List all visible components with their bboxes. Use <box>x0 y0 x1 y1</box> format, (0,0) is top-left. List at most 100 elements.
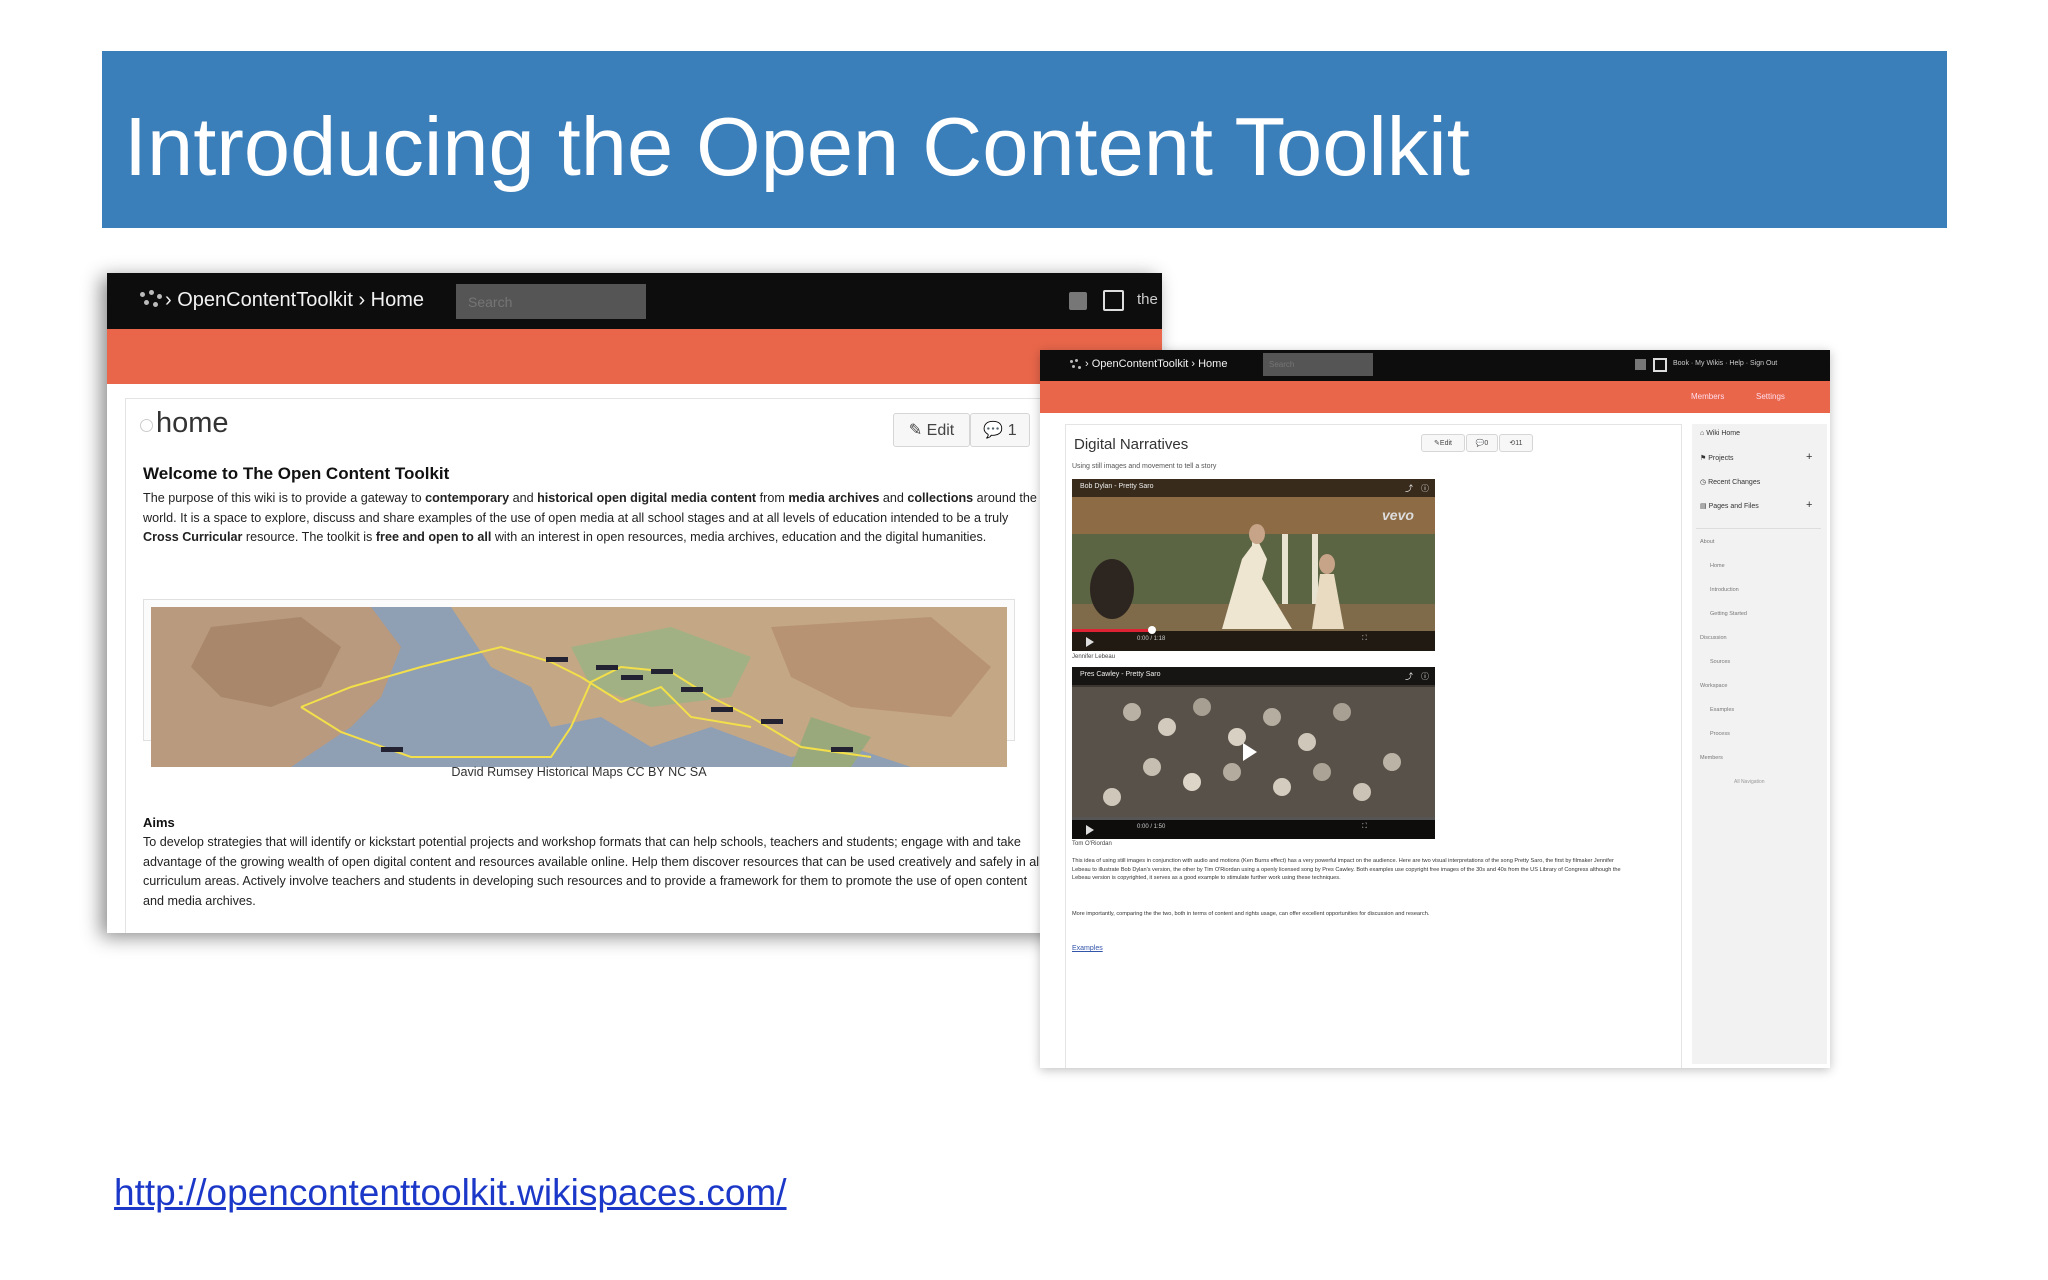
nav-tree-item[interactable]: Process <box>1710 731 1730 737</box>
content-panel: Digital Narratives ✎Edit 💬0 ⟲11 Using st… <box>1065 424 1682 1068</box>
fullscreen-icon[interactable]: ⛶ <box>1362 823 1367 831</box>
top-nav-bar: › OpenContentToolkit › Home Book · My Wi… <box>1040 350 1830 381</box>
aims-paragraph: To develop strategies that will identify… <box>143 835 1042 908</box>
orange-header-band <box>107 329 1162 384</box>
comments-button[interactable]: 💬 1 <box>970 413 1030 447</box>
toolkit-url-link[interactable]: http://opencontenttoolkit.wikispaces.com… <box>114 1172 787 1214</box>
nav-tree-item[interactable]: About <box>1700 539 1714 545</box>
map-figure: David Rumsey Historical Maps CC BY NC SA <box>143 599 1015 779</box>
wikispaces-logo-icon <box>1070 359 1083 372</box>
examples-link[interactable]: Examples <box>1072 945 1103 952</box>
page-title: Digital Narratives <box>1074 436 1189 453</box>
add-project-icon[interactable]: + <box>1806 451 1812 463</box>
title-bar: Introducing the Open Content Toolkit <box>102 51 1947 228</box>
settings-link[interactable]: Settings <box>1756 392 1785 401</box>
edit-label: Edit <box>926 422 955 439</box>
nav-tree-item[interactable]: Members <box>1700 755 1723 761</box>
video-thumbnail-1 <box>1072 479 1435 651</box>
intro-paragraph: The purpose of this wiki is to provide a… <box>143 489 1043 577</box>
video-time-2: 0:00 / 1:50 <box>1137 824 1166 830</box>
digital-narratives-screenshot: › OpenContentToolkit › Home Book · My Wi… <box>1040 350 1830 1068</box>
breadcrumb[interactable]: › OpenContentToolkit › Home <box>165 289 424 312</box>
intro-bold: free and open to all <box>375 530 492 545</box>
search-input[interactable] <box>1263 353 1373 376</box>
body-paragraph-2: More importantly, comparing the the two,… <box>1072 911 1430 917</box>
intro-bold: media archives <box>788 491 880 505</box>
edit-label: Edit <box>1439 440 1452 447</box>
sidebar-item-recent-changes[interactable]: ◷ Recent Changes <box>1700 478 1760 486</box>
vevo-watermark: vevo <box>1382 507 1414 523</box>
wiki-sidebar: ⌂ Wiki Home ⚑ Projects + ◷ Recent Change… <box>1692 424 1827 1064</box>
notifications-icon[interactable] <box>1069 292 1087 310</box>
search-input[interactable] <box>456 284 646 319</box>
projects-icon: ⚑ <box>1700 455 1707 462</box>
video-player-1[interactable]: Bob Dylan - Pretty Saro vevo ⤴ ⓘ 0:00 / … <box>1072 479 1435 651</box>
historical-map-image[interactable] <box>151 607 1007 767</box>
video-credit-1: Jennifer Lebeau <box>1072 654 1116 660</box>
top-nav-bar: › OpenContentToolkit › Home the <box>107 273 1162 329</box>
slide-title: Introducing the Open Content Toolkit <box>124 100 1470 193</box>
pencil-icon: ✎ <box>908 422 923 439</box>
info-icon[interactable]: ⓘ <box>1421 671 1429 682</box>
welcome-heading: Welcome to The Open Content Toolkit <box>143 464 450 483</box>
clock-icon: ◷ <box>1700 479 1707 486</box>
sidebar-divider <box>1696 528 1821 529</box>
nav-tree-item[interactable]: Introduction <box>1710 587 1739 593</box>
wikispaces-logo-icon <box>140 290 162 312</box>
nav-tree-item[interactable]: Workspace <box>1700 683 1727 689</box>
orange-header-band: Members Settings <box>1040 381 1830 413</box>
members-link[interactable]: Members <box>1691 392 1724 401</box>
info-icon[interactable]: ⓘ <box>1421 483 1429 494</box>
sidebar-item-label: Wiki Home <box>1706 430 1741 437</box>
video-credit-2: Tom O'Riordan <box>1072 841 1112 847</box>
play-icon[interactable] <box>1243 743 1257 761</box>
intro-text: from <box>756 491 789 505</box>
sidebar-item-wiki-home[interactable]: ⌂ Wiki Home <box>1700 430 1740 437</box>
sidebar-item-label: Recent Changes <box>1708 479 1761 486</box>
nav-tree-item[interactable]: Examples <box>1710 707 1734 713</box>
all-navigation-link[interactable]: All Navigation <box>1734 779 1765 785</box>
sidebar-item-pages-and-files[interactable]: ▤ Pages and Files <box>1700 502 1759 510</box>
map-caption: David Rumsey Historical Maps CC BY NC SA <box>451 765 707 779</box>
messages-icon[interactable] <box>1653 358 1667 372</box>
video-player-2[interactable]: Pres Cawley - Pretty Saro ⤴ ⓘ 0:00 / 1:5… <box>1072 667 1435 839</box>
nav-tree-item[interactable]: Home <box>1710 563 1725 569</box>
intro-bold: historical open digital media content <box>537 491 757 505</box>
comments-button[interactable]: 💬0 <box>1466 434 1498 452</box>
wiki-home-screenshot: › OpenContentToolkit › Home the home ✎ E… <box>107 273 1162 933</box>
history-button[interactable]: ⟲11 <box>1499 434 1533 452</box>
share-icon[interactable]: ⤴ <box>1405 671 1413 682</box>
intro-bold: collections <box>907 491 974 505</box>
video-title-1: Bob Dylan - Pretty Saro <box>1080 483 1154 490</box>
add-page-icon[interactable]: + <box>1806 499 1812 511</box>
page-subtitle: Using still images and movement to tell … <box>1072 463 1217 470</box>
video-time-1: 0:00 / 1:18 <box>1137 636 1166 642</box>
page-title: home <box>156 407 229 439</box>
user-menu[interactable]: the <box>1137 291 1158 308</box>
comments-count: 0 <box>1484 440 1489 447</box>
sidebar-item-projects[interactable]: ⚑ Projects <box>1700 454 1734 462</box>
aims-heading: Aims <box>143 815 175 830</box>
intro-bold: contemporary <box>425 491 510 505</box>
edit-button[interactable]: ✎ Edit <box>893 413 970 447</box>
share-icon[interactable]: ⤴ <box>1405 483 1413 494</box>
fullscreen-icon[interactable]: ⛶ <box>1362 635 1367 643</box>
user-nav-links[interactable]: Book · My Wikis · Help · Sign Out <box>1673 360 1777 367</box>
breadcrumb[interactable]: › OpenContentToolkit › Home <box>1085 358 1227 370</box>
edit-button[interactable]: ✎Edit <box>1421 434 1465 452</box>
intro-text: and <box>879 491 908 505</box>
notifications-icon[interactable] <box>1635 359 1646 370</box>
intro-text: with an interest in open resources, medi… <box>491 530 987 545</box>
messages-icon[interactable] <box>1103 290 1124 311</box>
intro-text: The purpose of this wiki is to provide a… <box>143 491 426 505</box>
sidebar-item-label: Projects <box>1708 455 1734 462</box>
intro-text: resource. The toolkit is <box>242 530 376 545</box>
follow-star-icon[interactable] <box>140 419 153 432</box>
nav-tree-item[interactable]: Sources <box>1710 659 1730 665</box>
comment-icon: 💬 <box>983 422 1004 439</box>
nav-tree-item[interactable]: Getting Started <box>1710 611 1747 617</box>
intro-bold: Cross Curricular <box>143 530 243 545</box>
video-title-2: Pres Cawley - Pretty Saro <box>1080 671 1161 678</box>
nav-tree-item[interactable]: Discussion <box>1700 635 1727 641</box>
files-icon: ▤ <box>1700 503 1707 510</box>
